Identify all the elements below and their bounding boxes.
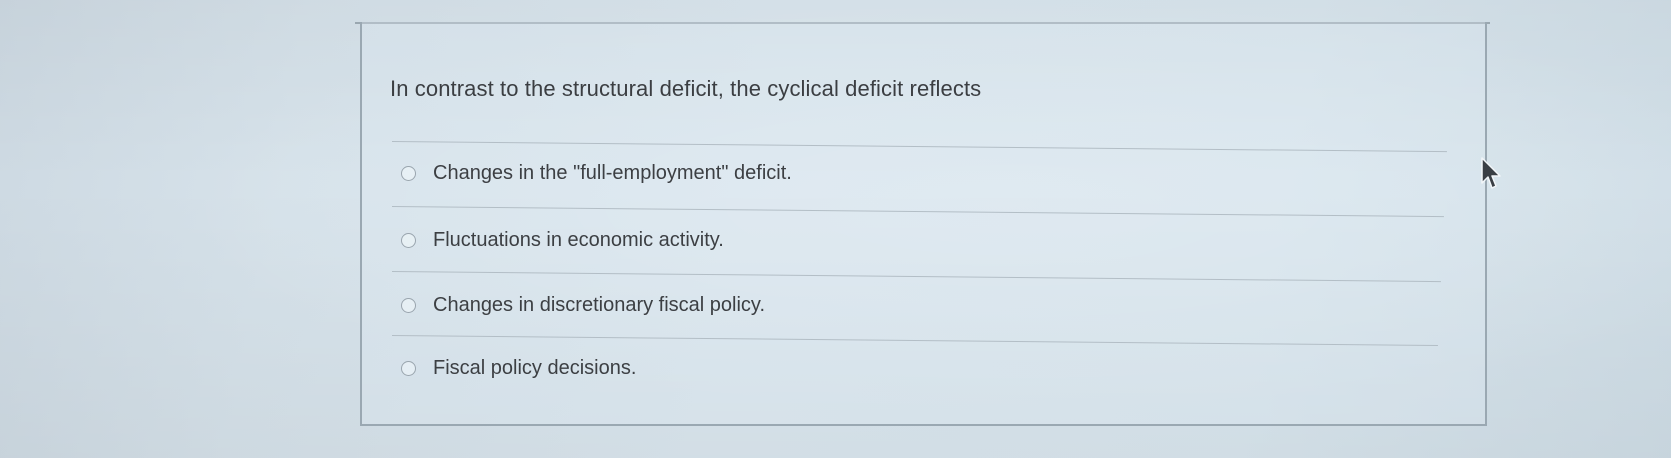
radio-unchecked-icon[interactable] — [401, 298, 416, 313]
top-border — [355, 0, 1490, 24]
mouse-pointer-icon — [1481, 157, 1501, 189]
radio-unchecked-icon[interactable] — [401, 233, 416, 248]
option-economic-activity[interactable]: Fluctuations in economic activity. — [401, 229, 724, 252]
option-label: Fiscal policy decisions. — [433, 357, 637, 379]
option-full-employment[interactable]: Changes in the "full-employment" deficit… — [401, 162, 792, 185]
option-policy-decisions[interactable]: Fiscal policy decisions. — [401, 357, 636, 380]
option-label: Fluctuations in economic activity. — [433, 229, 724, 251]
question-text: In contrast to the structural deficit, t… — [390, 76, 982, 101]
option-label: Changes in the "full-employment" deficit… — [433, 162, 792, 184]
option-discretionary-policy[interactable]: Changes in discretionary fiscal policy. — [401, 294, 765, 317]
option-label: Changes in discretionary fiscal policy. — [433, 294, 766, 316]
radio-unchecked-icon[interactable] — [401, 361, 416, 376]
radio-unchecked-icon[interactable] — [401, 166, 416, 181]
